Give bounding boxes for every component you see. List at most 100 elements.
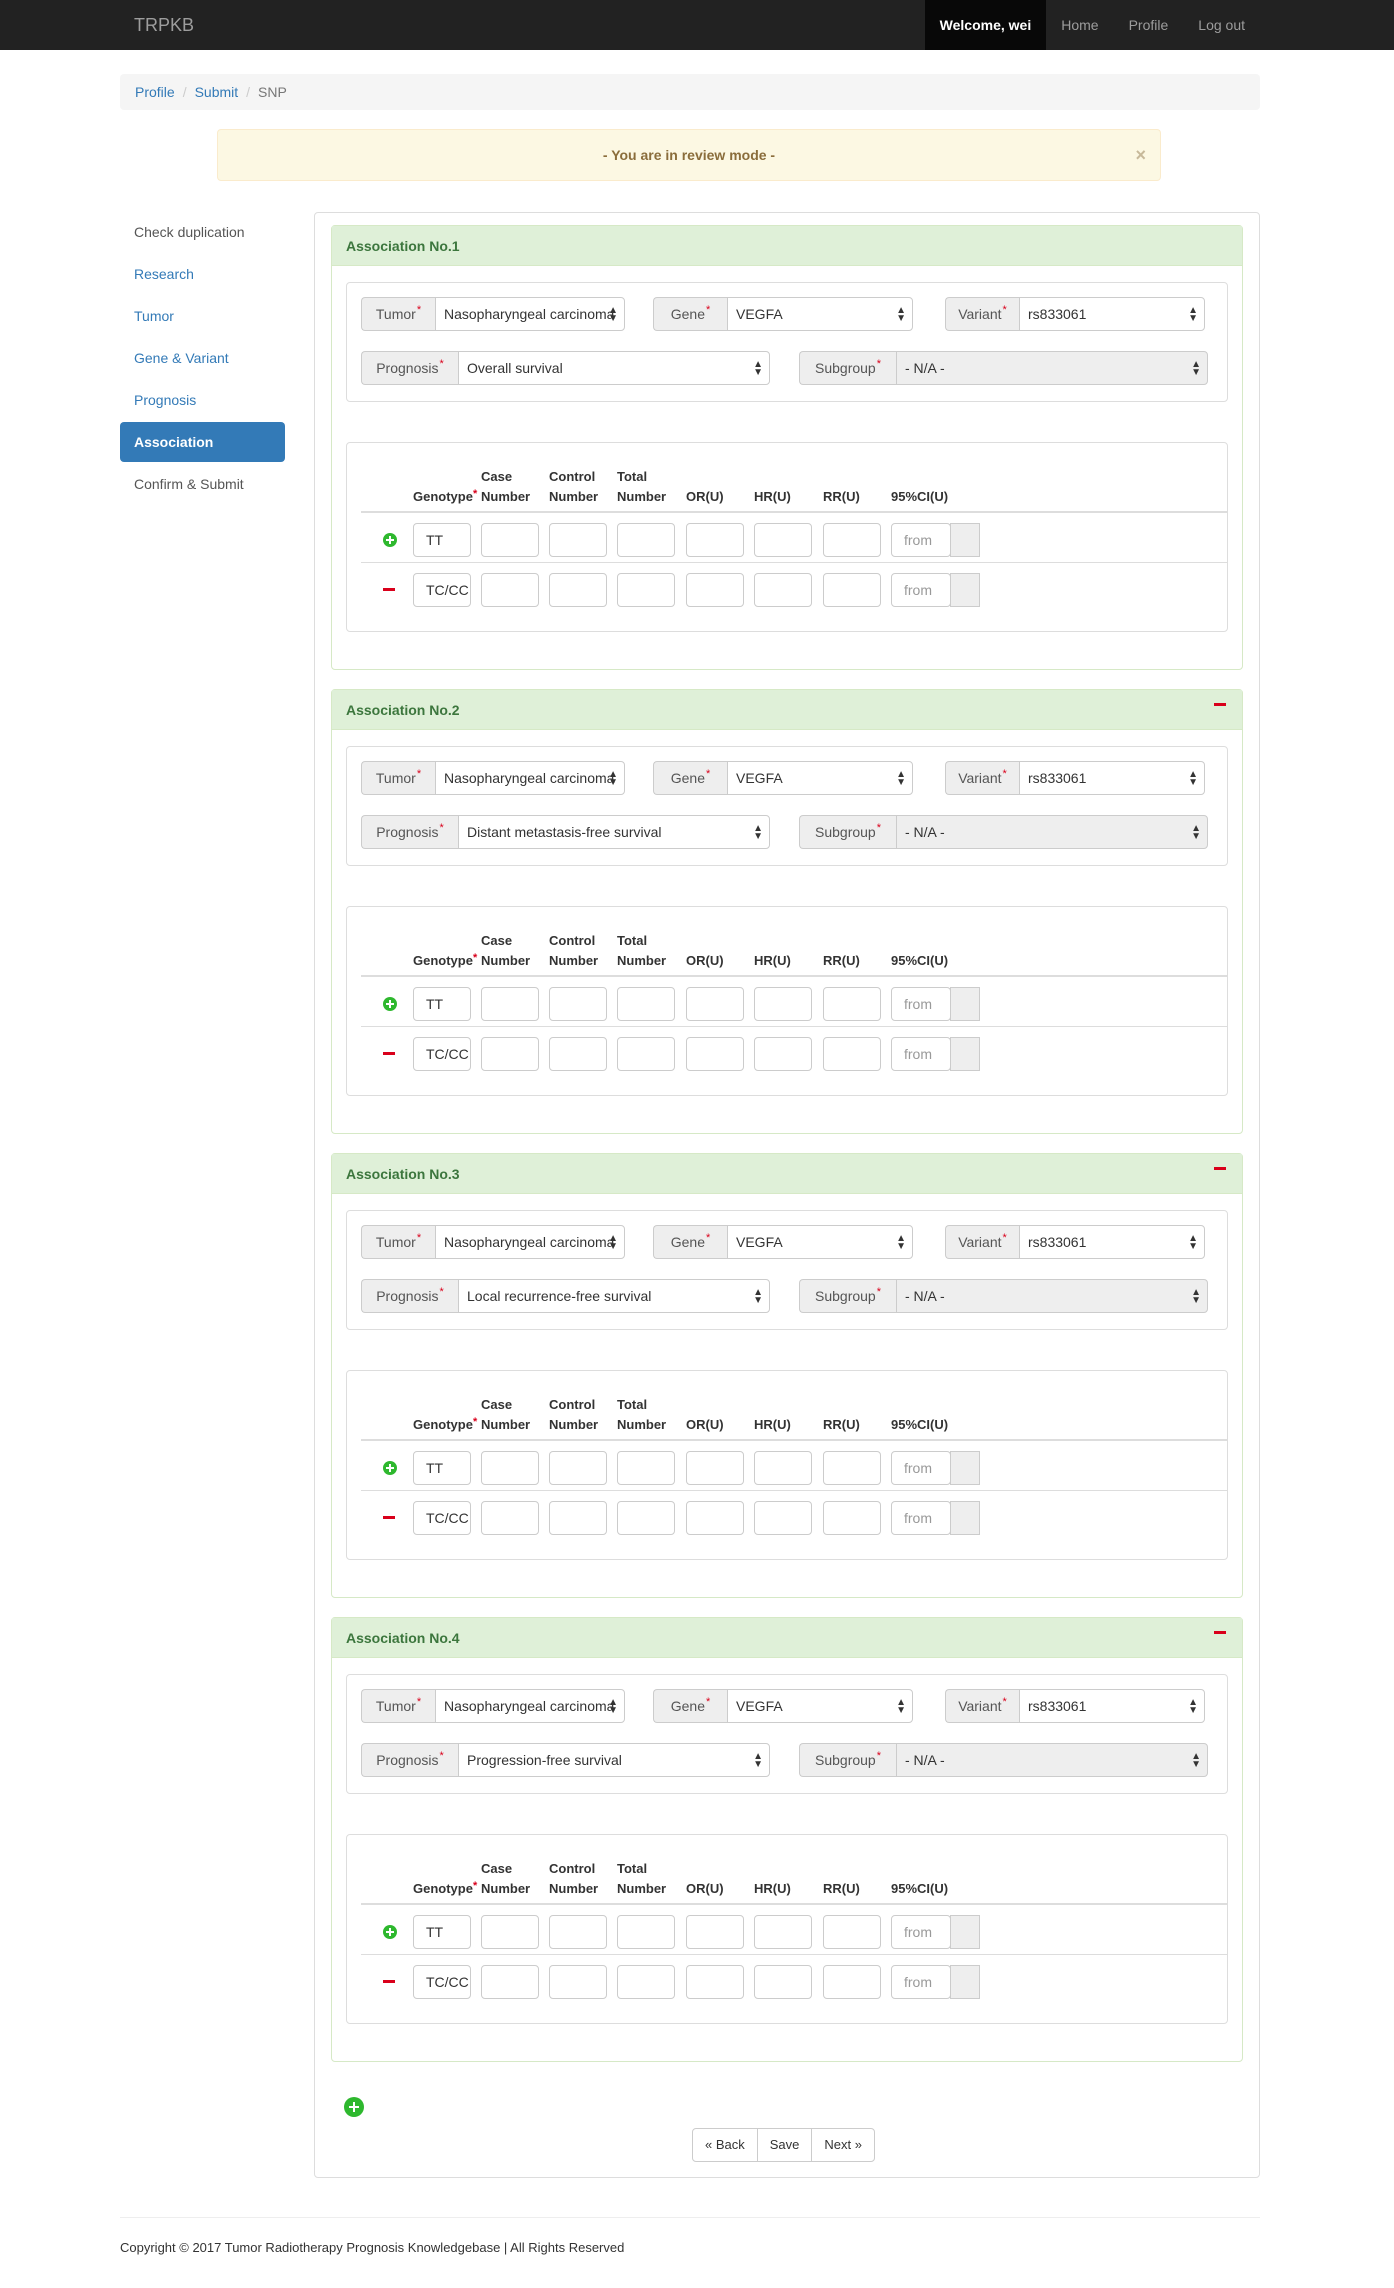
close-icon[interactable]: × [1135, 130, 1146, 180]
total-number-input[interactable] [617, 1915, 675, 1949]
sidebar-item-gene-variant[interactable]: Gene & Variant [120, 338, 285, 378]
welcome-user[interactable]: Welcome, wei [924, 0, 1047, 50]
tumor-select[interactable]: Nasopharyngeal carcinoma ▲ ▼ [435, 1225, 625, 1259]
hr-input[interactable] [754, 1915, 812, 1949]
save-button[interactable]: Save [756, 2128, 813, 2162]
hr-input[interactable] [754, 1965, 812, 1999]
or-input[interactable] [686, 523, 744, 557]
genotype-input[interactable]: TT [413, 1451, 471, 1485]
remove-association-icon[interactable] [1214, 1631, 1226, 1634]
add-association-icon[interactable] [344, 2097, 364, 2117]
sidebar-item-confirm-submit[interactable]: Confirm & Submit [120, 464, 285, 504]
sidebar-item-tumor[interactable]: Tumor [120, 296, 285, 336]
add-row-icon[interactable] [383, 997, 397, 1011]
total-number-input[interactable] [617, 1037, 675, 1071]
subgroup-select[interactable]: - N/A - ▲ ▼ [896, 1279, 1208, 1313]
prognosis-select[interactable]: Overall survival ▲ ▼ [458, 351, 770, 385]
remove-row-icon[interactable] [383, 588, 395, 591]
or-input[interactable] [686, 1501, 744, 1535]
ci-from-input[interactable]: from [891, 1451, 951, 1485]
ci-from-input[interactable]: from [891, 1915, 951, 1949]
control-number-input[interactable] [549, 1501, 607, 1535]
remove-association-icon[interactable] [1214, 1167, 1226, 1170]
remove-row-icon[interactable] [383, 1980, 395, 1983]
tumor-select[interactable]: Nasopharyngeal carcinoma ▲ ▼ [435, 297, 625, 331]
sidebar-item-research[interactable]: Research [120, 254, 285, 294]
hr-input[interactable] [754, 1037, 812, 1071]
back-button[interactable]: « Back [692, 2128, 758, 2162]
hr-input[interactable] [754, 1501, 812, 1535]
ci-from-input[interactable]: from [891, 1965, 951, 1999]
case-number-input[interactable] [481, 573, 539, 607]
ci-from-input[interactable]: from [891, 987, 951, 1021]
rr-input[interactable] [823, 573, 881, 607]
rr-input[interactable] [823, 1915, 881, 1949]
breadcrumb-profile[interactable]: Profile [135, 84, 175, 100]
tumor-select[interactable]: Nasopharyngeal carcinoma ▲ ▼ [435, 761, 625, 795]
sidebar-item-association[interactable]: Association [120, 422, 285, 462]
variant-select[interactable]: rs833061 ▲ ▼ [1019, 1689, 1205, 1723]
total-number-input[interactable] [617, 1501, 675, 1535]
ci-from-input[interactable]: from [891, 523, 951, 557]
next-button[interactable]: Next » [811, 2128, 875, 2162]
genotype-input[interactable]: TC/CC [413, 1501, 471, 1535]
rr-input[interactable] [823, 1037, 881, 1071]
or-input[interactable] [686, 573, 744, 607]
variant-select[interactable]: rs833061 ▲ ▼ [1019, 297, 1205, 331]
rr-input[interactable] [823, 1501, 881, 1535]
total-number-input[interactable] [617, 1965, 675, 1999]
total-number-input[interactable] [617, 987, 675, 1021]
genotype-input[interactable]: TC/CC [413, 573, 471, 607]
variant-select[interactable]: rs833061 ▲ ▼ [1019, 1225, 1205, 1259]
case-number-input[interactable] [481, 1915, 539, 1949]
rr-input[interactable] [823, 1451, 881, 1485]
subgroup-select[interactable]: - N/A - ▲ ▼ [896, 815, 1208, 849]
or-input[interactable] [686, 1915, 744, 1949]
add-row-icon[interactable] [383, 1461, 397, 1475]
prognosis-select[interactable]: Distant metastasis-free survival ▲ ▼ [458, 815, 770, 849]
nav-home-link[interactable]: Home [1046, 0, 1113, 50]
prognosis-select[interactable]: Progression-free survival ▲ ▼ [458, 1743, 770, 1777]
prognosis-select[interactable]: Local recurrence-free survival ▲ ▼ [458, 1279, 770, 1313]
case-number-input[interactable] [481, 1501, 539, 1535]
control-number-input[interactable] [549, 987, 607, 1021]
genotype-input[interactable]: TT [413, 1915, 471, 1949]
case-number-input[interactable] [481, 1451, 539, 1485]
total-number-input[interactable] [617, 1451, 675, 1485]
rr-input[interactable] [823, 523, 881, 557]
case-number-input[interactable] [481, 1037, 539, 1071]
or-input[interactable] [686, 987, 744, 1021]
case-number-input[interactable] [481, 987, 539, 1021]
or-input[interactable] [686, 1037, 744, 1071]
gene-select[interactable]: VEGFA ▲ ▼ [727, 1225, 913, 1259]
gene-select[interactable]: VEGFA ▲ ▼ [727, 1689, 913, 1723]
brand-logo[interactable]: TRPKB [134, 15, 194, 36]
nav-profile-link[interactable]: Profile [1114, 0, 1184, 50]
sidebar-item-prognosis[interactable]: Prognosis [120, 380, 285, 420]
gene-select[interactable]: VEGFA ▲ ▼ [727, 297, 913, 331]
remove-association-icon[interactable] [1214, 703, 1226, 706]
control-number-input[interactable] [549, 1451, 607, 1485]
sidebar-item-check-duplication[interactable]: Check duplication [120, 212, 285, 252]
remove-row-icon[interactable] [383, 1516, 395, 1519]
add-row-icon[interactable] [383, 1925, 397, 1939]
hr-input[interactable] [754, 987, 812, 1021]
subgroup-select[interactable]: - N/A - ▲ ▼ [896, 351, 1208, 385]
control-number-input[interactable] [549, 523, 607, 557]
rr-input[interactable] [823, 987, 881, 1021]
control-number-input[interactable] [549, 1915, 607, 1949]
case-number-input[interactable] [481, 1965, 539, 1999]
gene-select[interactable]: VEGFA ▲ ▼ [727, 761, 913, 795]
add-row-icon[interactable] [383, 533, 397, 547]
case-number-input[interactable] [481, 523, 539, 557]
control-number-input[interactable] [549, 1965, 607, 1999]
total-number-input[interactable] [617, 573, 675, 607]
or-input[interactable] [686, 1965, 744, 1999]
genotype-input[interactable]: TC/CC [413, 1965, 471, 1999]
control-number-input[interactable] [549, 573, 607, 607]
variant-select[interactable]: rs833061 ▲ ▼ [1019, 761, 1205, 795]
hr-input[interactable] [754, 523, 812, 557]
nav-logout-link[interactable]: Log out [1183, 0, 1260, 50]
remove-row-icon[interactable] [383, 1052, 395, 1055]
ci-from-input[interactable]: from [891, 573, 951, 607]
